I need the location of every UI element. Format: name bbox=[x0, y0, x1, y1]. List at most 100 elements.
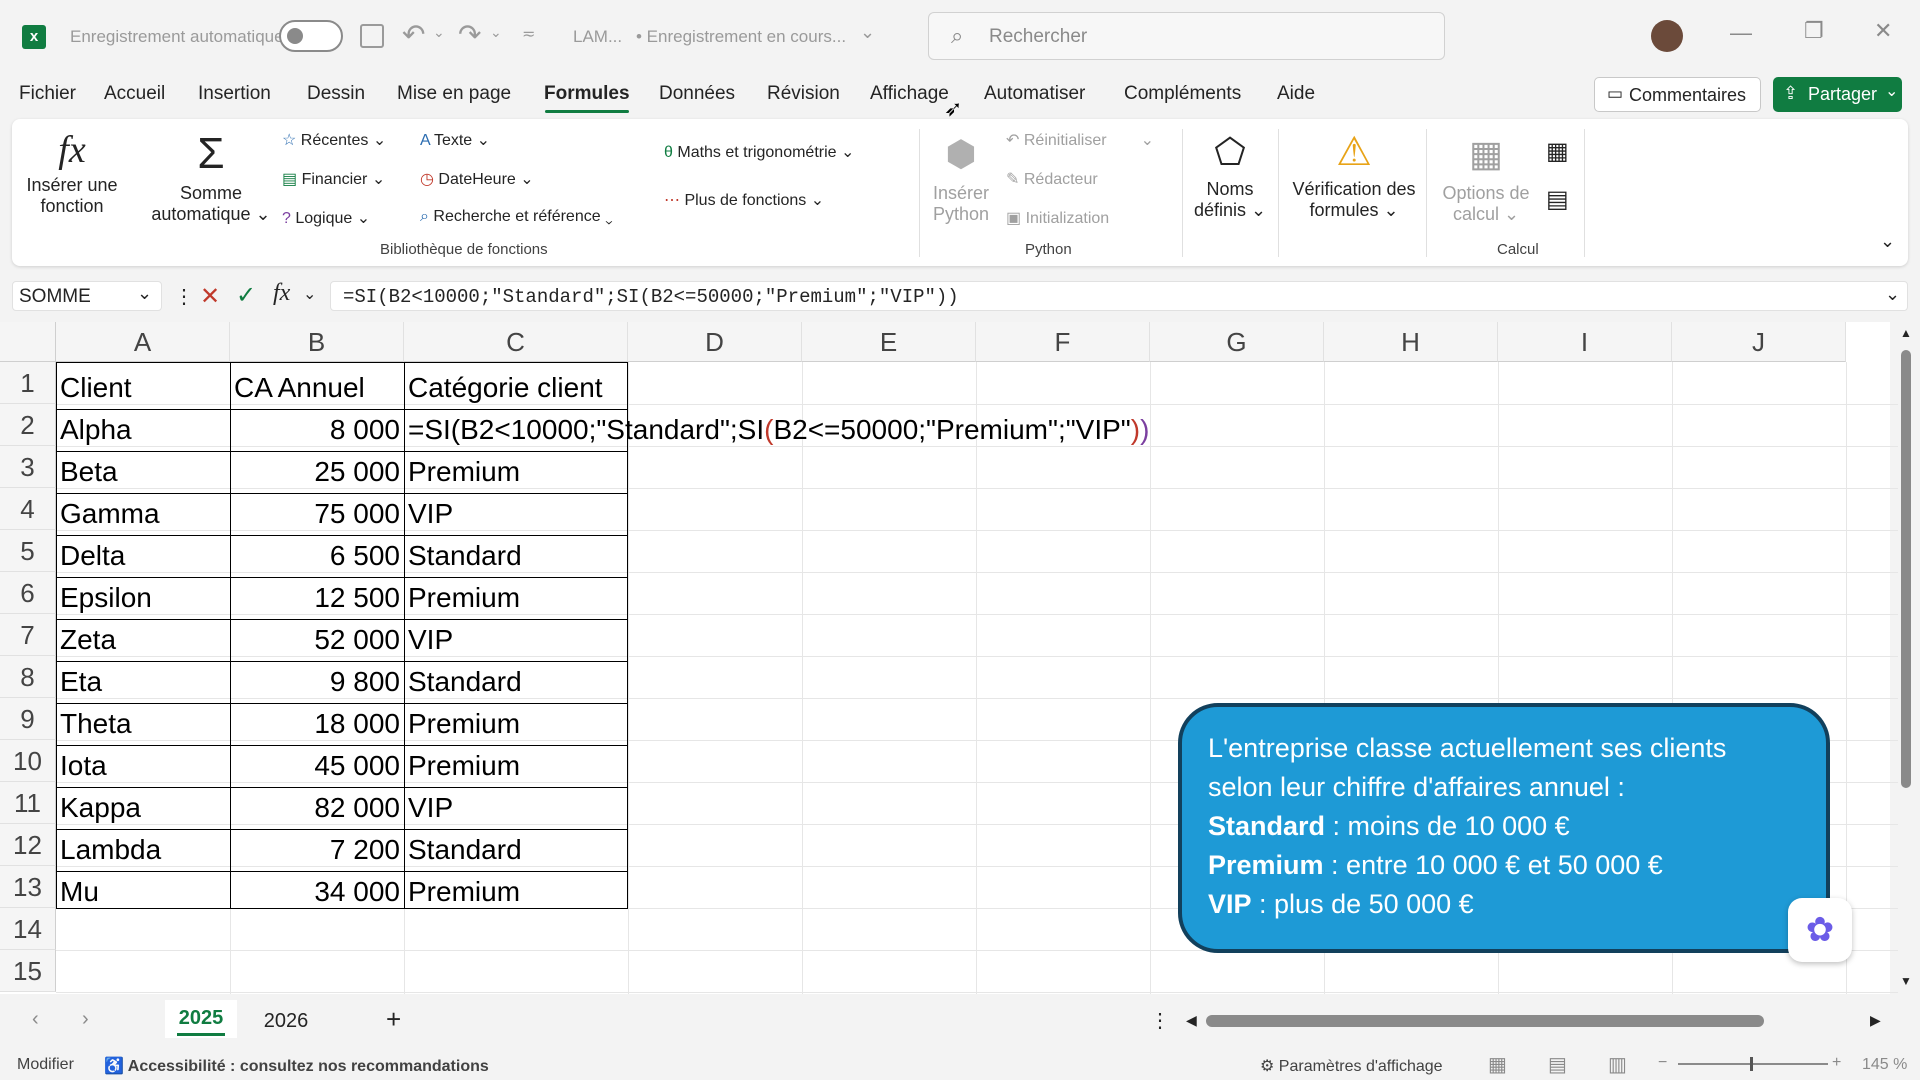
column-header-b[interactable]: B bbox=[230, 322, 404, 362]
header-cell[interactable]: Catégorie client bbox=[404, 367, 628, 409]
menu-revision[interactable]: Révision bbox=[767, 83, 840, 105]
zoom-slider[interactable] bbox=[1678, 1057, 1828, 1071]
category-cell[interactable]: VIP bbox=[404, 493, 628, 535]
editing-formula-cell[interactable]: =SI(B2<10000;"Standard";SI(B2<=50000;"Pr… bbox=[404, 409, 1204, 451]
next-sheet-icon[interactable]: › bbox=[82, 1008, 89, 1031]
column-header-h[interactable]: H bbox=[1324, 322, 1498, 362]
autosum-button[interactable]: Σ Somme automatique ⌄ bbox=[146, 125, 276, 245]
client-cell[interactable]: Alpha bbox=[56, 409, 230, 451]
calculate-now-icon[interactable]: ▦ bbox=[1546, 137, 1569, 166]
name-box[interactable]: SOMME ⌄ bbox=[12, 281, 162, 311]
column-header-a[interactable]: A bbox=[56, 322, 230, 362]
header-cell[interactable]: Client bbox=[56, 367, 230, 409]
row-header-2[interactable]: 2 bbox=[0, 404, 56, 446]
vertical-scrollbar[interactable]: ▲ ▼ bbox=[1898, 322, 1914, 994]
customize-toolbar-icon[interactable]: ≂ bbox=[522, 24, 535, 44]
client-cell[interactable]: Gamma bbox=[56, 493, 230, 535]
calc-options-button[interactable]: ▦ Options de calcul ⌄ bbox=[1436, 125, 1536, 225]
logical-functions-button[interactable]: ? Logique ⌄ bbox=[282, 208, 370, 228]
fx-chevron-icon[interactable]: ⌄ bbox=[303, 284, 316, 304]
formula-input[interactable]: =SI(B2<10000;"Standard";SI(B2<=50000;"Pr… bbox=[330, 281, 1908, 311]
search-box[interactable]: ⌕ Rechercher bbox=[928, 12, 1445, 60]
horizontal-scroll-thumb[interactable] bbox=[1206, 1015, 1764, 1027]
category-cell[interactable]: Premium bbox=[404, 577, 628, 619]
revenue-cell[interactable]: 82 000 bbox=[230, 787, 404, 829]
display-settings-button[interactable]: ⚙ Paramètres d'affichage bbox=[1260, 1056, 1443, 1076]
insert-function-button[interactable]: fx Insérer une fonction bbox=[20, 125, 124, 245]
menu-automatiser[interactable]: Automatiser bbox=[984, 83, 1085, 105]
column-header-j[interactable]: J bbox=[1672, 322, 1846, 362]
undo-dropdown-icon[interactable]: ⌄ bbox=[433, 24, 445, 41]
row-header-1[interactable]: 1 bbox=[0, 362, 56, 404]
scroll-up-icon[interactable]: ▲ bbox=[1900, 326, 1912, 340]
client-cell[interactable]: Kappa bbox=[56, 787, 230, 829]
menu-formules[interactable]: Formules bbox=[544, 83, 630, 105]
row-header-3[interactable]: 3 bbox=[0, 446, 56, 488]
scroll-thumb[interactable] bbox=[1901, 350, 1911, 788]
client-cell[interactable]: Iota bbox=[56, 745, 230, 787]
row-header-7[interactable]: 7 bbox=[0, 614, 56, 656]
menu-fichier[interactable]: Fichier bbox=[19, 83, 76, 105]
category-cell[interactable]: Premium bbox=[404, 451, 628, 493]
revenue-cell[interactable]: 18 000 bbox=[230, 703, 404, 745]
close-icon[interactable]: ✕ bbox=[1874, 18, 1892, 44]
client-cell[interactable]: Beta bbox=[56, 451, 230, 493]
menu-affichage[interactable]: Affichage bbox=[870, 83, 949, 105]
page-break-view-icon[interactable]: ▥ bbox=[1608, 1052, 1627, 1077]
copilot-icon[interactable]: ✿ bbox=[1788, 898, 1852, 962]
text-functions-button[interactable]: A Texte ⌄ bbox=[420, 130, 490, 150]
more-functions-button[interactable]: ⋯ Plus de fonctions ⌄ bbox=[664, 190, 824, 210]
more-options-icon[interactable]: ⋮ bbox=[174, 284, 194, 309]
client-cell[interactable]: Theta bbox=[56, 703, 230, 745]
avatar[interactable] bbox=[1651, 20, 1683, 52]
revenue-cell[interactable]: 52 000 bbox=[230, 619, 404, 661]
revenue-cell[interactable]: 7 200 bbox=[230, 829, 404, 871]
undo-icon[interactable]: ↶ bbox=[402, 18, 425, 51]
redo-dropdown-icon[interactable]: ⌄ bbox=[490, 24, 502, 41]
zoom-level[interactable]: 145 % bbox=[1862, 1056, 1907, 1074]
recent-functions-button[interactable]: ☆ Récentes ⌄ bbox=[282, 130, 386, 150]
calculate-sheet-icon[interactable]: ▤ bbox=[1546, 185, 1569, 214]
menu-complements[interactable]: Compléments bbox=[1124, 83, 1241, 105]
select-all-corner[interactable] bbox=[0, 322, 56, 362]
row-header-8[interactable]: 8 bbox=[0, 656, 56, 698]
restore-icon[interactable]: ❐ bbox=[1804, 18, 1824, 44]
menu-accueil[interactable]: Accueil bbox=[104, 83, 165, 105]
column-header-c[interactable]: C bbox=[404, 322, 628, 362]
row-header-4[interactable]: 4 bbox=[0, 488, 56, 530]
math-functions-button[interactable]: θ Maths et trigonométrie ⌄ bbox=[664, 142, 854, 162]
column-header-f[interactable]: F bbox=[976, 322, 1150, 362]
client-cell[interactable]: Delta bbox=[56, 535, 230, 577]
financial-functions-button[interactable]: ▤ Financier ⌄ bbox=[282, 169, 385, 189]
category-cell[interactable]: VIP bbox=[404, 787, 628, 829]
comments-button[interactable]: ▭ Commentaires bbox=[1594, 77, 1761, 112]
zoom-in-icon[interactable]: + bbox=[1832, 1054, 1841, 1072]
collapse-ribbon-icon[interactable]: ⌄ bbox=[1880, 231, 1895, 252]
category-cell[interactable]: VIP bbox=[404, 619, 628, 661]
minimize-icon[interactable]: — bbox=[1730, 20, 1752, 46]
client-cell[interactable]: Zeta bbox=[56, 619, 230, 661]
insert-function-fx-icon[interactable]: fx bbox=[273, 280, 290, 307]
sheet-tab-2026[interactable]: 2026 bbox=[250, 1000, 322, 1038]
client-cell[interactable]: Lambda bbox=[56, 829, 230, 871]
revenue-cell[interactable]: 8 000 bbox=[230, 409, 404, 451]
row-header-9[interactable]: 9 bbox=[0, 698, 56, 740]
row-header-12[interactable]: 12 bbox=[0, 824, 56, 866]
row-header-15[interactable]: 15 bbox=[0, 950, 56, 992]
defined-names-button[interactable]: ⬠ Noms définis ⌄ bbox=[1190, 125, 1270, 221]
hscroll-right-icon[interactable]: ▶ bbox=[1870, 1012, 1881, 1029]
category-cell[interactable]: Premium bbox=[404, 703, 628, 745]
menu-mise-en-page[interactable]: Mise en page bbox=[397, 83, 511, 105]
save-icon[interactable] bbox=[360, 24, 384, 48]
zoom-out-icon[interactable]: − bbox=[1658, 1054, 1667, 1072]
revenue-cell[interactable]: 25 000 bbox=[230, 451, 404, 493]
formula-auditing-button[interactable]: ⚠ Vérification des formules ⌄ bbox=[1284, 125, 1424, 221]
revenue-cell[interactable]: 6 500 bbox=[230, 535, 404, 577]
column-header-d[interactable]: D bbox=[628, 322, 802, 362]
category-cell[interactable]: Standard bbox=[404, 829, 628, 871]
column-header-g[interactable]: G bbox=[1150, 322, 1324, 362]
menu-donnees[interactable]: Données bbox=[659, 83, 735, 105]
confirm-icon[interactable]: ✓ bbox=[236, 281, 256, 310]
revenue-cell[interactable]: 45 000 bbox=[230, 745, 404, 787]
hscroll-left-icon[interactable]: ◀ bbox=[1186, 1012, 1197, 1029]
